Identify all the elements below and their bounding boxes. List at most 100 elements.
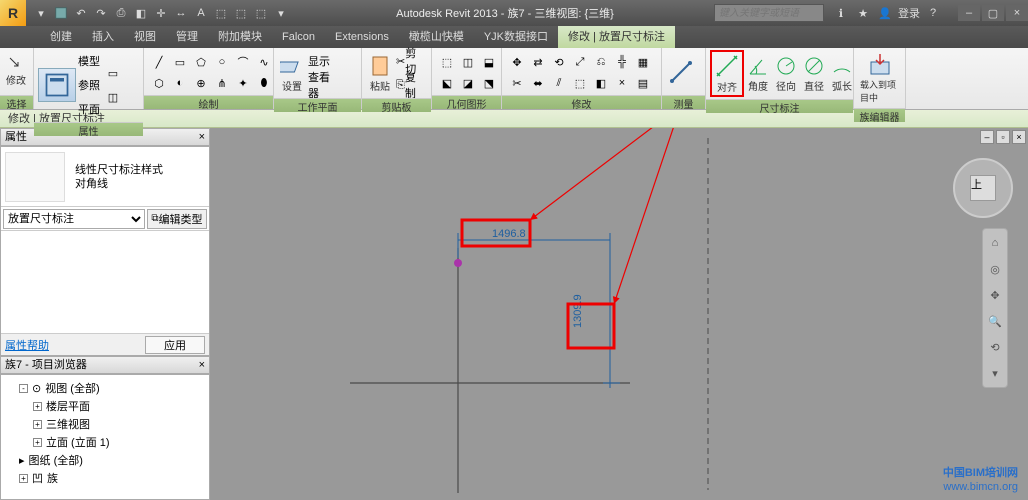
mod-icon-13[interactable]: × [611,72,633,94]
dimension-value-1[interactable]: 1496.8 [492,228,526,240]
expand-icon[interactable]: + [33,402,42,411]
tab-insert[interactable]: 插入 [82,26,124,48]
ref-button[interactable]: 参照 [78,74,100,96]
mod-icon-5[interactable]: ⎌ [590,51,612,73]
geom-icon-2[interactable]: ◫ [457,51,479,73]
qat-btn-6[interactable]: ✛ [152,4,170,22]
dimension-value-2[interactable]: 1309.9 [572,294,584,328]
qat-btn-7[interactable]: ↔ [172,4,190,22]
login-label[interactable]: 登录 [898,5,920,21]
circle-icon[interactable]: ○ [211,51,233,73]
mod-icon-12[interactable]: ◧ [590,72,612,94]
apply-button[interactable]: 应用 [145,336,205,354]
tree-item-elevation[interactable]: +立面 (立面 1) [5,433,205,451]
mod-icon-2[interactable]: ⇄ [527,51,549,73]
browser-panel-header[interactable]: 族7 - 项目浏览器 × [0,356,210,374]
category-dropdown[interactable]: 放置尺寸标注 [3,209,145,229]
load-into-project-button[interactable]: 载入到项目中 [858,50,901,106]
nav-home-icon[interactable]: ⌂ [985,233,1005,253]
tree-item-views[interactable]: -⊙ 视图 (全部) [5,379,205,397]
help-icon[interactable]: ? [924,4,942,22]
angular-dimension-button[interactable]: 角度 [744,52,772,95]
viewer-button[interactable]: 查看器 [308,74,330,96]
geom-icon-5[interactable]: ◪ [457,72,479,94]
browser-close-icon[interactable]: × [199,356,205,374]
qat-redo-icon[interactable]: ↷ [92,4,110,22]
expand-icon[interactable]: + [19,474,28,483]
mod-icon-3[interactable]: ⟲ [548,51,570,73]
drawing-canvas[interactable]: – ▫ × 1496.8 1309.9 [210,128,1028,500]
tab-falcon[interactable]: Falcon [272,26,325,48]
qat-undo-icon[interactable]: ↶ [72,4,90,22]
spline-icon[interactable]: ∿ [253,51,275,73]
properties-help-link[interactable]: 属性帮助 [5,337,49,353]
edit-type-button[interactable]: ⧉ 编辑类型 [147,209,207,229]
mod-icon-8[interactable]: ✂ [506,72,528,94]
tree-item-3dview[interactable]: +三维视图 [5,415,205,433]
info-icon[interactable]: ℹ [832,4,850,22]
tree-item-families[interactable]: +凹 族 [5,469,205,487]
qat-btn-11[interactable]: ⬚ [252,4,270,22]
tab-view[interactable]: 视图 [124,26,166,48]
tab-modify-dimension[interactable]: 修改 | 放置尺寸标注 [558,26,675,48]
radial-dimension-button[interactable]: 径向 [772,52,800,95]
diameter-dimension-button[interactable]: 直径 [800,52,828,95]
mod-icon-7[interactable]: ▦ [632,51,654,73]
copy-button[interactable]: ⎘复制 [396,74,418,96]
tab-yjk[interactable]: YJK数据接口 [474,26,558,48]
plane-button[interactable]: 平面 [78,98,100,120]
close-button[interactable]: × [1006,5,1028,21]
tab-addins[interactable]: 附加模块 [208,26,272,48]
user-icon[interactable]: 👤 [876,4,894,22]
app-logo[interactable]: R [0,0,26,26]
rb-icon-a1[interactable]: ▭ [102,62,124,84]
nav-more-icon[interactable]: ▾ [985,363,1005,383]
qat-btn-5[interactable]: ◧ [132,4,150,22]
geom-icon-1[interactable]: ⬚ [436,51,458,73]
qat-dropdown-icon[interactable]: ▾ [272,4,290,22]
draw-icon-9[interactable]: ⊕ [190,72,212,94]
qat-btn-8[interactable]: A [192,4,210,22]
arc-length-dimension-button[interactable]: 弧长 [828,52,856,95]
draw-icon-11[interactable]: ✦ [232,72,254,94]
modify-button[interactable]: 修改 [4,54,28,89]
expand-icon[interactable]: + [33,420,42,429]
poly-icon[interactable]: ⬠ [190,51,212,73]
qat-btn-10[interactable]: ⬚ [232,4,250,22]
nav-wheel-icon[interactable]: ◎ [985,259,1005,279]
search-input[interactable] [714,4,824,22]
minimize-button[interactable]: – [958,5,980,21]
expand-icon[interactable]: - [19,384,28,393]
mod-icon-6[interactable]: ╬ [611,51,633,73]
rb-icon-a2[interactable]: ◫ [102,86,124,108]
properties-close-icon[interactable]: × [199,128,205,146]
tree-item-floorplan[interactable]: +楼层平面 [5,397,205,415]
draw-icon-12[interactable]: ⬮ [253,72,275,94]
mod-icon-11[interactable]: ⬚ [569,72,591,94]
aligned-dimension-button[interactable]: 对齐 [710,50,744,97]
properties-button[interactable] [38,68,76,102]
view-cube[interactable]: 上 [953,158,1013,218]
star-icon[interactable]: ★ [854,4,872,22]
tree-item-sheets[interactable]: ▸ 图纸 (全部) [5,451,205,469]
mod-icon-14[interactable]: ▤ [632,72,654,94]
view-cube-face[interactable]: 上 [970,175,996,201]
arc-icon[interactable]: ⌒ [232,51,254,73]
draw-icon-8[interactable]: ◐ [169,72,191,94]
qat-save-icon[interactable] [52,4,70,22]
tab-manage[interactable]: 管理 [166,26,208,48]
draw-icon-10[interactable]: ⋔ [211,72,233,94]
paste-button[interactable]: 粘贴 [366,52,394,95]
mod-icon-9[interactable]: ⬌ [527,72,549,94]
draw-icon-7[interactable]: ⬡ [148,72,170,94]
rect-icon[interactable]: ▭ [169,51,191,73]
model-button[interactable]: 模型 [78,50,100,72]
geom-icon-6[interactable]: ⬔ [478,72,500,94]
maximize-button[interactable]: ▢ [982,5,1004,21]
mod-icon-4[interactable]: ⤢ [569,51,591,73]
nav-orbit-icon[interactable]: ⟲ [985,337,1005,357]
tab-create[interactable]: 创建 [40,26,82,48]
nav-zoom-icon[interactable]: 🔍 [985,311,1005,331]
mod-icon-10[interactable]: ⫽ [548,72,570,94]
set-workplane-button[interactable]: 设置 [278,52,306,95]
